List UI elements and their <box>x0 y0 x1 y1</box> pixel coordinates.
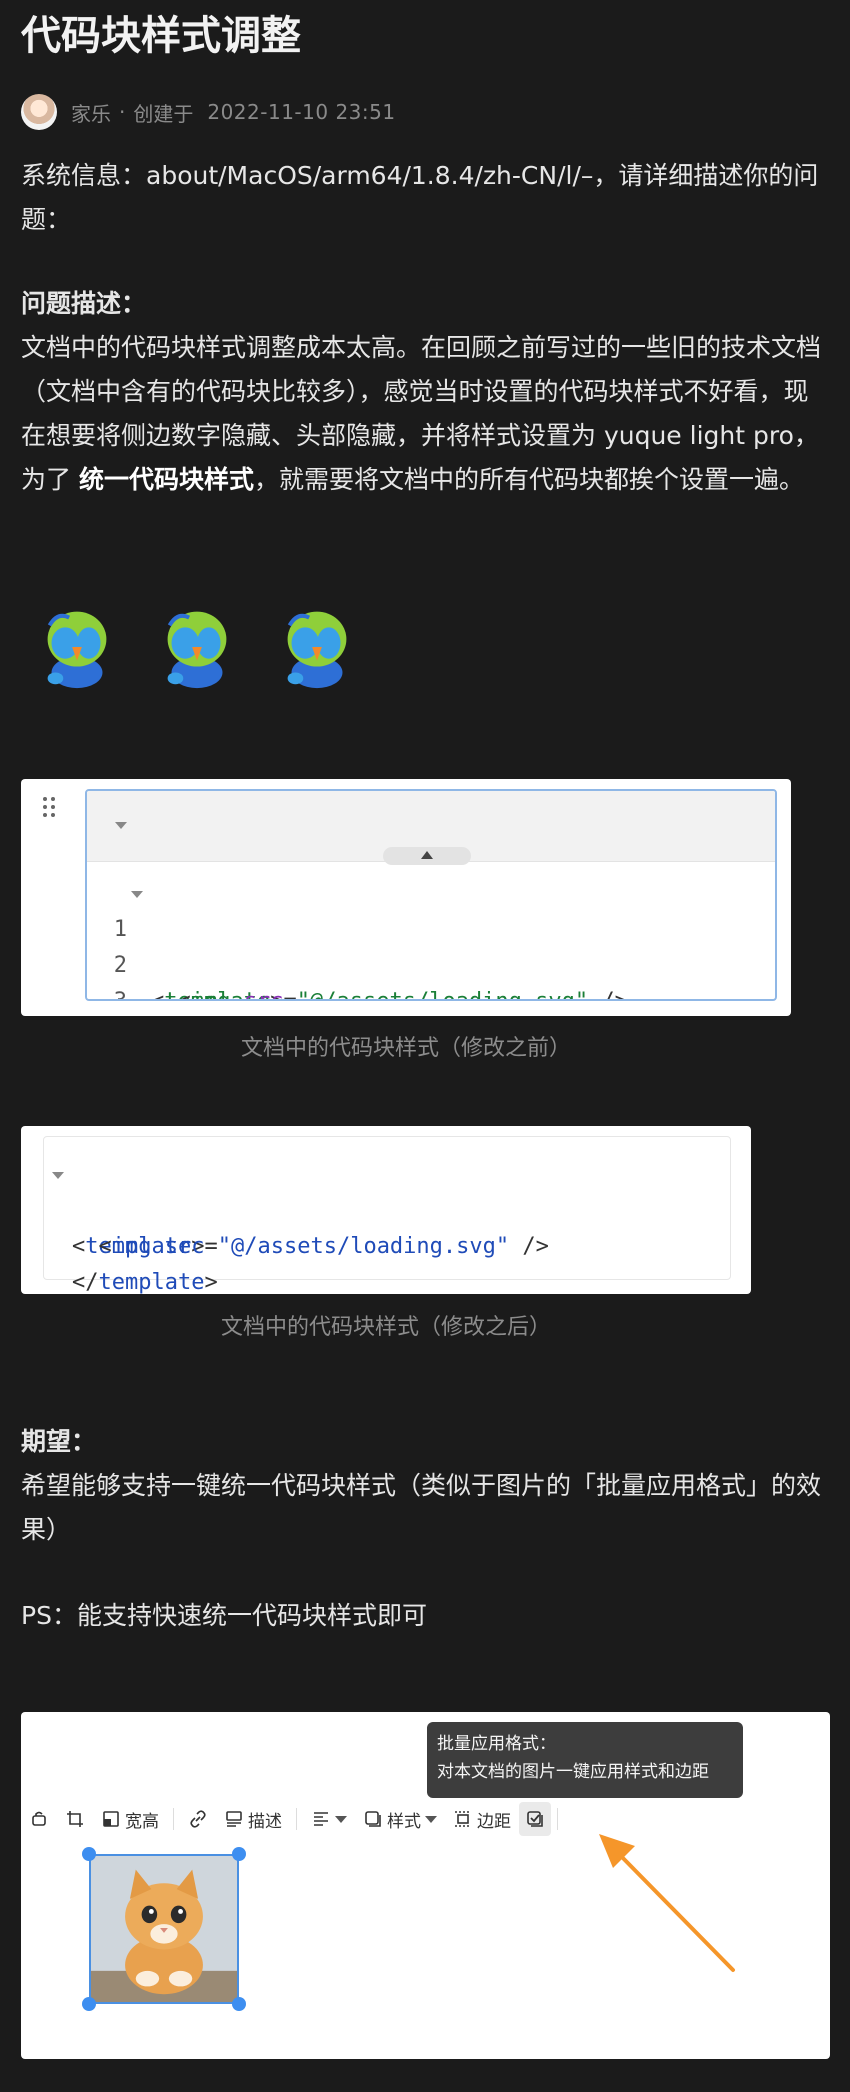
problem-text-bold: 统一代码块样式 <box>78 465 254 494</box>
code-line: <template> <box>44 1157 730 1259</box>
code-after-screenshot: <template> <img src="@/assets/loading.sv… <box>21 1126 751 1295</box>
doc-meta: 家乐 · 创建于 2022-11-10 23:51 <box>21 93 396 131</box>
drag-handle-icon[interactable] <box>43 797 59 819</box>
size-icon <box>103 1811 119 1827</box>
code-block-after[interactable]: <template> <img src="@/assets/loading.sv… <box>43 1136 731 1295</box>
toolbar-divider <box>296 1808 297 1830</box>
code-line: 1 <template> <box>87 876 775 999</box>
code-line: <img src="@/assets/loading.svg" /> <box>98 1234 549 1259</box>
code-before-screenshot: 1 <template> 2 <img src="@/assets/loadin… <box>21 779 791 1016</box>
tooltip-desc: 对本文档的图片一键应用样式和边距 <box>437 1762 709 1782</box>
expect-text: 希望能够支持一键统一代码块样式（类似于图片的「批量应用格式」的效果） <box>21 1471 822 1544</box>
facepalm-sticker <box>167 611 227 689</box>
resize-handle[interactable] <box>82 1997 96 2011</box>
link-button[interactable] <box>180 1802 216 1836</box>
style-label: 样式 <box>387 1811 421 1832</box>
language-dropdown-icon[interactable] <box>115 822 127 829</box>
problem-heading: 问题描述： <box>21 289 147 318</box>
problem-text: 文档中的代码块样式调整成本太高。在回顾之前写过的一些旧的技术文档（文档中含有的代… <box>21 326 831 502</box>
style-dropdown[interactable]: 样式 <box>355 1802 445 1836</box>
sticker-row <box>28 596 366 694</box>
created-date: 2022-11-10 23:51 <box>207 100 396 124</box>
description-icon <box>226 1811 242 1827</box>
fold-icon[interactable] <box>52 1172 64 1179</box>
problem-text-part: ，就需要将文档中的所有代码块都挨个设置一遍。 <box>253 465 804 494</box>
meta-separator: · <box>119 100 126 124</box>
facepalm-sticker <box>287 611 347 689</box>
rotate-icon <box>32 1811 46 1826</box>
rotate-button[interactable] <box>21 1802 57 1836</box>
size-button[interactable]: 宽高 <box>93 1802 167 1836</box>
batch-format-tooltip: 批量应用格式： 对本文档的图片一键应用样式和边距 <box>427 1722 743 1798</box>
code-line: </template> <box>72 1270 218 1295</box>
resize-handle[interactable] <box>82 1847 96 1861</box>
description-button[interactable]: 描述 <box>216 1802 290 1836</box>
margin-button[interactable]: 边距 <box>445 1802 519 1836</box>
align-dropdown[interactable] <box>303 1802 355 1836</box>
crop-icon <box>67 1811 83 1827</box>
crop-button[interactable] <box>57 1802 93 1836</box>
size-label: 宽高 <box>125 1811 159 1832</box>
resize-handle[interactable] <box>232 1847 246 1861</box>
image-toolbar: 宽高 描述 样式 边距 <box>21 1796 651 1842</box>
code-line: 2 <img src="@/assets/loading.svg" /> <box>87 912 775 999</box>
image-toolbar-screenshot: 批量应用格式： 对本文档的图片一键应用样式和边距 宽高 描述 样式 边距 <box>21 1712 830 2059</box>
fold-icon[interactable] <box>131 891 143 898</box>
cat-image <box>91 1856 237 2002</box>
link-icon <box>190 1810 206 1828</box>
expect-section: 期望： 希望能够支持一键统一代码块样式（类似于图片的「批量应用格式」的效果） <box>21 1420 831 1552</box>
chevron-down-icon <box>335 1815 347 1823</box>
code-block-header <box>87 791 775 865</box>
system-info: 系统信息：about/MacOS/arm64/1.8.4/zh-CN/l/–，请… <box>21 161 819 234</box>
toolbar-divider <box>173 1808 174 1830</box>
style-icon <box>365 1811 381 1827</box>
batch-apply-format-button[interactable] <box>519 1802 551 1836</box>
description-label: 描述 <box>248 1811 282 1832</box>
code-lines: <template> <img src="@/assets/loading.sv… <box>44 1137 730 1295</box>
caption-after: 文档中的代码块样式（修改之后） <box>220 1315 551 1340</box>
line-number: 3 <box>105 984 127 999</box>
created-label: 创建于 <box>133 101 194 126</box>
facepalm-sticker <box>47 611 107 689</box>
code-line: 3 </template> <box>87 948 775 999</box>
align-left-icon <box>314 1812 328 1826</box>
batch-apply-icon <box>527 1811 543 1827</box>
avatar[interactable] <box>21 94 57 130</box>
chevron-down-icon <box>425 1815 437 1823</box>
page-title: 代码块样式调整 <box>21 13 301 59</box>
code-block-before[interactable]: 1 <template> 2 <img src="@/assets/loadin… <box>85 789 777 1001</box>
ps-text: PS：能支持快速统一代码块样式即可 <box>21 1601 427 1630</box>
problem-section: 问题描述： 文档中的代码块样式调整成本太高。在回顾之前写过的一些旧的技术文档（文… <box>21 282 831 502</box>
caption-before: 文档中的代码块样式（修改之前） <box>240 1036 571 1061</box>
expect-heading: 期望： <box>21 1427 97 1456</box>
margin-icon <box>455 1811 471 1827</box>
margin-label: 边距 <box>477 1811 511 1832</box>
orange-arrow-annotation <box>599 1834 735 1972</box>
author-name[interactable]: 家乐 <box>71 98 111 127</box>
code-lines: 1 <template> 2 <img src="@/assets/loadin… <box>87 862 775 999</box>
cat-photo[interactable] <box>89 1854 239 2004</box>
resize-handle[interactable] <box>232 1997 246 2011</box>
toolbar-divider <box>557 1808 558 1830</box>
tooltip-title: 批量应用格式： <box>437 1734 556 1754</box>
